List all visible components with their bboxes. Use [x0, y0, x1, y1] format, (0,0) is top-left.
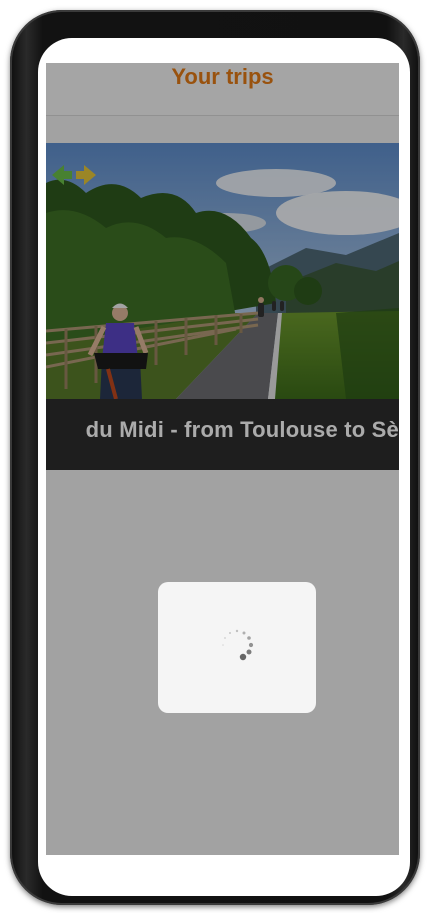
loading-dialog [158, 582, 316, 713]
loading-overlay [46, 63, 399, 855]
app-screen: Your trips du Midi - from Toulouse to Sè [46, 63, 399, 855]
bottom-safe-area [46, 855, 399, 879]
activity-spinner-icon [222, 629, 254, 661]
